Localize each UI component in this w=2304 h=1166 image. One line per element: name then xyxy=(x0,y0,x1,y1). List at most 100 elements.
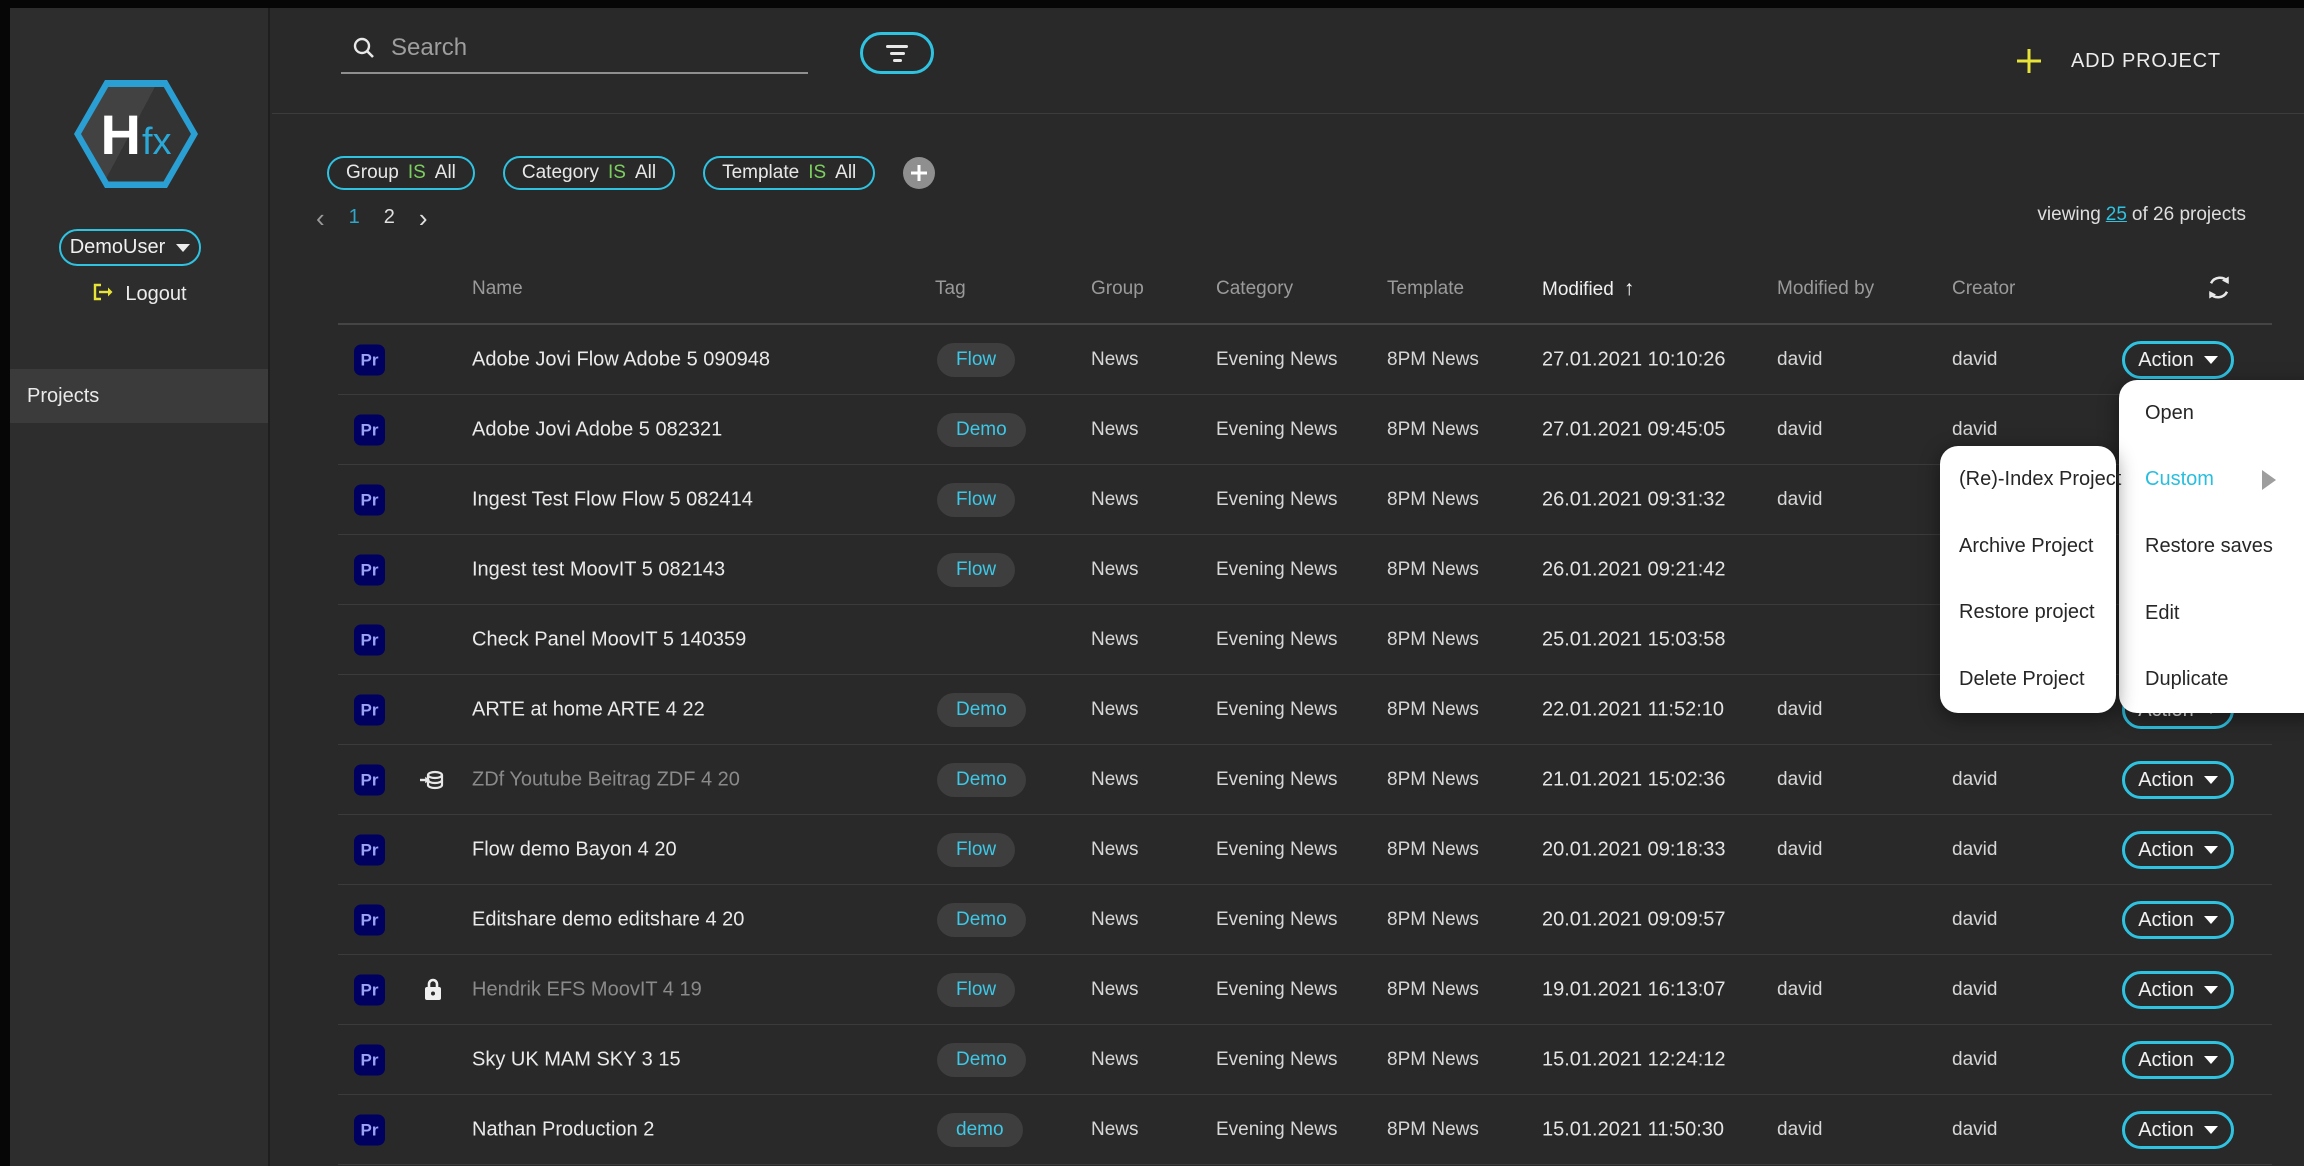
project-name[interactable]: ZDf Youtube Beitrag ZDF 4 20 xyxy=(472,769,740,792)
premiere-project-icon: Pr xyxy=(354,835,385,866)
table-row[interactable]: Pr Hendr xyxy=(272,955,2304,1025)
action-menu-item[interactable]: Duplicate xyxy=(2119,646,2304,713)
project-name[interactable]: Check Panel MoovIT 5 140359 xyxy=(472,629,746,652)
logout-button[interactable]: Logout xyxy=(10,280,268,309)
search-input[interactable] xyxy=(391,34,808,62)
submenu-item[interactable]: (Re)-Index Project xyxy=(1940,446,2116,513)
tag-badge: Demo xyxy=(937,763,1026,797)
sort-filter-button[interactable] xyxy=(860,32,934,74)
add-project-button[interactable]: ADD PROJECT xyxy=(2014,46,2221,76)
submenu-item-label: (Re)-Index Project xyxy=(1959,468,2121,491)
cell-modified: 20.01.2021 09:18:33 xyxy=(1542,839,1726,862)
table-row[interactable]: Pr ZDf Y xyxy=(272,745,2304,815)
search-icon xyxy=(351,35,377,61)
submenu-item[interactable]: Restore project xyxy=(1940,580,2116,647)
premiere-project-icon: Pr xyxy=(354,485,385,516)
project-name[interactable]: Adobe Jovi Flow Adobe 5 090948 xyxy=(472,349,770,372)
submenu-item-label: Archive Project xyxy=(1959,535,2094,558)
column-header-group[interactable]: Group xyxy=(1091,278,1144,300)
submenu-item[interactable]: Delete Project xyxy=(1940,646,2116,713)
logout-label: Logout xyxy=(125,283,186,306)
table-row[interactable]: Pr Flow xyxy=(272,815,2304,885)
action-button[interactable]: Action xyxy=(2122,341,2234,379)
submenu-item[interactable]: Archive Project xyxy=(1940,513,2116,580)
column-header-category[interactable]: Category xyxy=(1216,278,1293,300)
action-menu-item[interactable]: Open xyxy=(2119,380,2304,447)
viewing-count-link[interactable]: 25 xyxy=(2106,204,2127,225)
chevron-down-icon xyxy=(2204,1126,2218,1134)
project-name[interactable]: Flow demo Bayon 4 20 xyxy=(472,839,677,862)
column-header-creator[interactable]: Creator xyxy=(1952,278,2015,300)
column-header-template[interactable]: Template xyxy=(1387,278,1464,300)
action-button[interactable]: Action xyxy=(2122,971,2234,1009)
page-number[interactable]: 1 xyxy=(349,206,360,229)
cell-group: News xyxy=(1091,1119,1139,1141)
project-name[interactable]: Nathan Production 2 xyxy=(472,1119,654,1142)
window-top-frame xyxy=(0,0,2304,8)
action-button[interactable]: Action xyxy=(2122,901,2234,939)
action-menu-item[interactable]: Restore saves xyxy=(2119,513,2304,580)
filter-chip[interactable]: Template IS All xyxy=(703,156,875,190)
cell-group: News xyxy=(1091,839,1139,861)
column-header-modified-by[interactable]: Modified by xyxy=(1777,278,1874,300)
column-header-modified[interactable]: Modified↑ xyxy=(1542,277,1634,301)
cell-category: Evening News xyxy=(1216,629,1337,651)
next-page-icon[interactable]: › xyxy=(419,208,428,228)
cell-template: 8PM News xyxy=(1387,769,1479,791)
column-header-name[interactable]: Name xyxy=(472,278,523,300)
premiere-project-icon: Pr xyxy=(354,555,385,586)
action-button[interactable]: Action xyxy=(2122,761,2234,799)
project-name[interactable]: Hendrik EFS MoovIT 4 19 xyxy=(472,979,702,1002)
premiere-project-icon: Pr xyxy=(354,1045,385,1076)
action-button[interactable]: Action xyxy=(2122,831,2234,869)
table-row[interactable]: Pr Natha xyxy=(272,1095,2304,1165)
refresh-icon xyxy=(2204,273,2234,303)
cell-modified: 15.01.2021 11:50:30 xyxy=(1542,1119,1724,1142)
sidebar-item-projects[interactable]: Projects xyxy=(10,369,268,423)
table-row[interactable]: Pr Adobe xyxy=(272,325,2304,395)
column-header-tag[interactable]: Tag xyxy=(935,278,966,300)
cell-creator: david xyxy=(1952,1049,1997,1071)
cell-creator: david xyxy=(1952,769,1997,791)
cell-creator: david xyxy=(1952,839,1997,861)
cell-modified: 26.01.2021 09:21:42 xyxy=(1542,559,1726,582)
search-box xyxy=(341,24,808,74)
cell-category: Evening News xyxy=(1216,909,1337,931)
filter-chip[interactable]: Group IS All xyxy=(327,156,475,190)
chevron-down-icon xyxy=(2204,986,2218,994)
action-menu-item[interactable]: Edit xyxy=(2119,580,2304,647)
prev-page-icon[interactable]: ‹ xyxy=(316,208,325,228)
cell-modified: 27.01.2021 09:45:05 xyxy=(1542,419,1726,442)
chip-operator: IS xyxy=(808,162,826,184)
filter-chip[interactable]: Category IS All xyxy=(503,156,675,190)
project-name[interactable]: Ingest test MoovIT 5 082143 xyxy=(472,559,725,582)
cell-template: 8PM News xyxy=(1387,559,1479,581)
project-name[interactable]: ARTE at home ARTE 4 22 xyxy=(472,699,705,722)
cell-category: Evening News xyxy=(1216,489,1337,511)
action-menu-item[interactable]: Custom xyxy=(2119,447,2304,514)
cell-template: 8PM News xyxy=(1387,979,1479,1001)
project-name[interactable]: Editshare demo editshare 4 20 xyxy=(472,909,744,932)
user-menu-button[interactable]: DemoUser xyxy=(59,229,201,266)
sidebar: H fx DemoUser Logout Projects xyxy=(10,8,270,1166)
project-name[interactable]: Ingest Test Flow Flow 5 082414 xyxy=(472,489,753,512)
table-row[interactable]: Pr Sky U xyxy=(272,1025,2304,1095)
add-filter-button[interactable] xyxy=(903,157,935,189)
cell-template: 8PM News xyxy=(1387,699,1479,721)
project-name[interactable]: Adobe Jovi Adobe 5 082321 xyxy=(472,419,722,442)
action-button[interactable]: Action xyxy=(2122,1111,2234,1149)
page-number[interactable]: 2 xyxy=(384,206,395,229)
cell-category: Evening News xyxy=(1216,979,1337,1001)
cell-category: Evening News xyxy=(1216,1119,1337,1141)
action-button[interactable]: Action xyxy=(2122,1041,2234,1079)
viewing-summary: viewing25of 26 projects xyxy=(2037,204,2246,226)
cell-category: Evening News xyxy=(1216,1049,1337,1071)
menu-item-label: Open xyxy=(2145,402,2194,425)
pagination: ‹ 1 2 › xyxy=(316,206,428,229)
logo-letter-accent: fx xyxy=(142,121,172,164)
table-row[interactable]: Pr Edits xyxy=(272,885,2304,955)
project-name[interactable]: Sky UK MAM SKY 3 15 xyxy=(472,1049,681,1072)
tag-badge: Flow xyxy=(937,483,1015,517)
cell-modified: 26.01.2021 09:31:32 xyxy=(1542,489,1726,512)
refresh-button[interactable] xyxy=(2204,273,2234,306)
